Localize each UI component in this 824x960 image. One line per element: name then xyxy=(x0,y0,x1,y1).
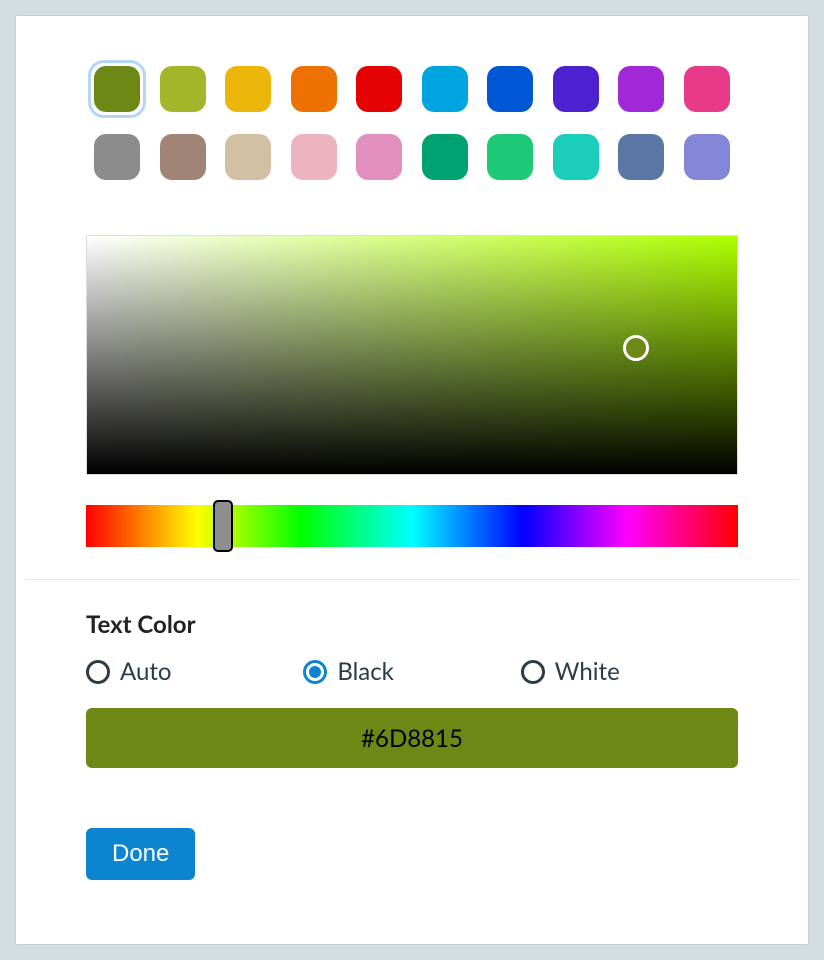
swatch-pink[interactable] xyxy=(684,66,730,112)
swatch-slate-blue[interactable] xyxy=(618,134,664,180)
section-divider xyxy=(26,579,798,580)
swatch-row-1 xyxy=(94,66,730,112)
text-color-radio-black[interactable]: Black xyxy=(303,657,520,686)
swatch-blush[interactable] xyxy=(291,134,337,180)
swatch-teal[interactable] xyxy=(553,134,599,180)
preset-swatches xyxy=(86,66,738,180)
swatch-olive[interactable] xyxy=(94,66,140,112)
swatch-lime[interactable] xyxy=(160,66,206,112)
swatch-blue[interactable] xyxy=(487,66,533,112)
radio-label: White xyxy=(555,657,620,686)
swatch-sky-blue[interactable] xyxy=(422,66,468,112)
swatch-jade[interactable] xyxy=(422,134,468,180)
text-color-title: Text Color xyxy=(86,610,738,639)
text-color-radio-white[interactable]: White xyxy=(521,657,738,686)
text-color-radio-auto[interactable]: Auto xyxy=(86,657,303,686)
sv-black-layer xyxy=(87,236,737,474)
hue-slider[interactable] xyxy=(86,505,738,547)
swatch-periwinkle[interactable] xyxy=(684,134,730,180)
swatch-purple[interactable] xyxy=(618,66,664,112)
color-picker-panel: Text Color Auto Black White #6D8815 Done xyxy=(15,15,809,945)
hex-preview: #6D8815 xyxy=(86,708,738,768)
swatch-orange[interactable] xyxy=(291,66,337,112)
swatch-row-2 xyxy=(94,134,730,180)
radio-label: Auto xyxy=(120,657,171,686)
radio-label: Black xyxy=(337,657,394,686)
text-color-radio-group: Auto Black White xyxy=(86,657,738,686)
swatch-green[interactable] xyxy=(487,134,533,180)
swatch-gray[interactable] xyxy=(94,134,140,180)
swatch-rose[interactable] xyxy=(356,134,402,180)
swatch-indigo[interactable] xyxy=(553,66,599,112)
done-button[interactable]: Done xyxy=(86,828,195,880)
swatch-gold[interactable] xyxy=(225,66,271,112)
radio-circle-icon xyxy=(521,660,545,684)
swatch-tan[interactable] xyxy=(225,134,271,180)
swatch-red[interactable] xyxy=(356,66,402,112)
radio-circle-icon xyxy=(303,660,327,684)
radio-circle-icon xyxy=(86,660,110,684)
hue-slider-handle[interactable] xyxy=(213,500,233,552)
swatch-brown[interactable] xyxy=(160,134,206,180)
hex-value: #6D8815 xyxy=(361,724,463,753)
saturation-value-area[interactable] xyxy=(86,235,738,475)
